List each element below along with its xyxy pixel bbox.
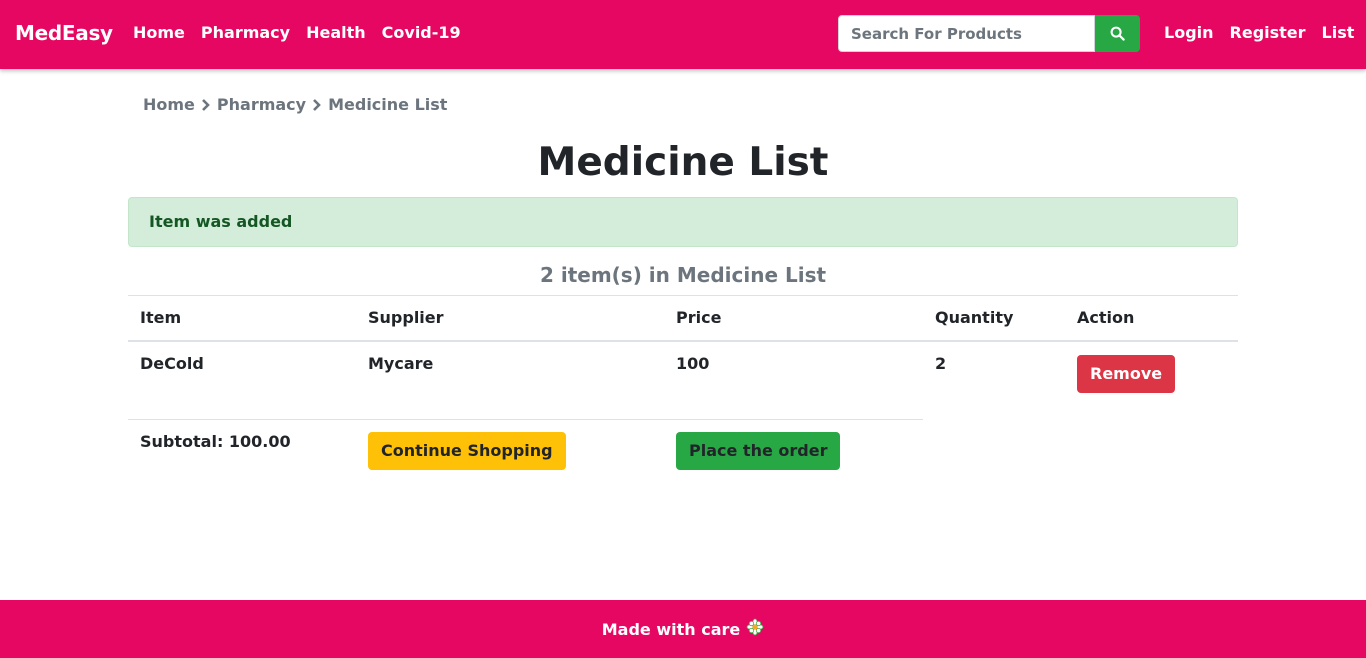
- account-nav: Login Register List: [1164, 23, 1354, 42]
- order-cell: Place the order: [664, 419, 923, 500]
- medicine-table: Item Supplier Price Quantity Action DeCo…: [128, 295, 1238, 500]
- nav-link-covid[interactable]: Covid-19: [382, 23, 461, 42]
- breadcrumb-current: Medicine List: [328, 95, 448, 114]
- header-quantity: Quantity: [923, 295, 1065, 342]
- remove-button[interactable]: Remove: [1077, 354, 1176, 393]
- header-supplier: Supplier: [356, 295, 664, 342]
- flower-icon: [746, 618, 764, 640]
- place-order-button[interactable]: Place the order: [676, 432, 841, 470]
- nav-link-login[interactable]: Login: [1164, 23, 1214, 42]
- footer-text: Made with care: [601, 619, 741, 639]
- cell-quantity: 2: [935, 353, 947, 373]
- table-header-row: Item Supplier Price Quantity Action: [128, 295, 1238, 342]
- nav-link-list[interactable]: List: [1322, 23, 1355, 42]
- chevron-right-icon: [201, 98, 211, 112]
- page-title: Medicine List: [537, 140, 829, 185]
- brand-logo[interactable]: MedEasy: [15, 21, 113, 45]
- nav-link-pharmacy[interactable]: Pharmacy: [201, 23, 290, 42]
- header-item: Item: [128, 295, 356, 342]
- table-row: DeCold Mycare 100 2 Remove: [128, 341, 1238, 420]
- nav-link-register[interactable]: Register: [1230, 23, 1306, 42]
- nav-link-health[interactable]: Health: [306, 23, 366, 42]
- search-icon: [1110, 26, 1125, 41]
- subtotal-row: Subtotal: 100.00 Continue Shopping Place…: [128, 419, 1238, 500]
- header-action: Action: [1065, 295, 1238, 342]
- chevron-right-icon: [312, 98, 322, 112]
- breadcrumb-home[interactable]: Home: [143, 95, 195, 114]
- search-button[interactable]: [1095, 15, 1140, 52]
- cell-supplier: Mycare: [368, 353, 434, 373]
- success-alert: Item was added: [128, 197, 1238, 247]
- cell-action: Remove: [1065, 341, 1238, 420]
- subtotal-text: Subtotal: 100.00: [128, 419, 356, 500]
- footer: Made with care: [0, 600, 1366, 658]
- item-count-heading: 2 item(s) in Medicine List: [539, 263, 827, 287]
- navbar: MedEasy Home Pharmacy Health Covid-19 Lo…: [0, 0, 1366, 69]
- breadcrumb: Home Pharmacy Medicine List: [143, 95, 447, 114]
- breadcrumb-pharmacy[interactable]: Pharmacy: [217, 95, 306, 114]
- medicine-table-container: Item Supplier Price Quantity Action DeCo…: [128, 295, 1238, 500]
- cell-item: DeCold: [140, 353, 204, 373]
- continue-cell: Continue Shopping: [356, 419, 664, 500]
- continue-shopping-button[interactable]: Continue Shopping: [368, 432, 566, 470]
- nav-link-home[interactable]: Home: [133, 23, 185, 42]
- header-price: Price: [664, 295, 923, 342]
- search-input[interactable]: [838, 15, 1095, 52]
- main-nav: Home Pharmacy Health Covid-19: [133, 23, 461, 42]
- cell-price: 100: [676, 353, 710, 373]
